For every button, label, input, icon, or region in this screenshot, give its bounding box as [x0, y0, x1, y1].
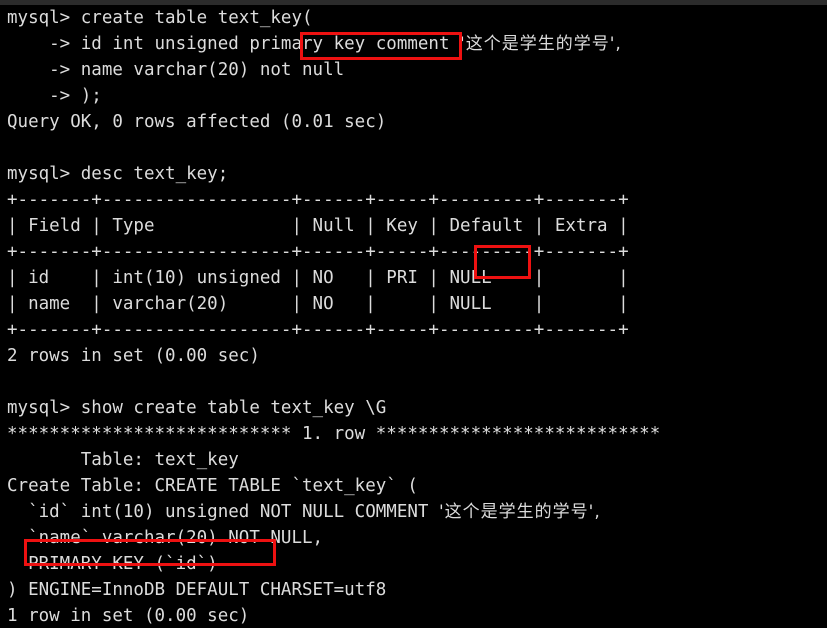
terminal-line: Create Table: CREATE TABLE `text_key` (	[7, 476, 418, 496]
terminal-screen[interactable]: mysql> create table text_key( -> id int …	[0, 5, 827, 628]
terminal-line: Table: text_key	[7, 450, 239, 470]
terminal-line: +-------+------------------+------+-----…	[7, 320, 629, 340]
terminal-line: mysql> create table text_key(	[7, 8, 313, 28]
terminal-line: mysql> show create table text_key \G	[7, 398, 387, 418]
terminal-line: 2 rows in set (0.00 sec)	[7, 346, 260, 366]
terminal-line: Query OK, 0 rows affected (0.01 sec)	[7, 112, 387, 132]
terminal-line: | Field | Type | Null | Key | Default | …	[7, 216, 629, 236]
comment-chinese-text: '这个是学生的学号',	[460, 34, 622, 54]
terminal-window[interactable]: mysql> create table text_key( -> id int …	[0, 0, 827, 628]
terminal-line: +-------+------------------+------+-----…	[7, 190, 629, 210]
terminal-line: `name` varchar(20) NOT NULL,	[7, 528, 324, 548]
terminal-line: PRIMARY KEY (`id`)	[7, 554, 218, 574]
terminal-line: | id | int(10) unsigned | NO | PRI | NUL…	[7, 268, 629, 288]
terminal-line: -> );	[7, 86, 102, 106]
terminal-line: ) ENGINE=InnoDB DEFAULT CHARSET=utf8	[7, 580, 387, 600]
terminal-line: +-------+------------------+------+-----…	[7, 242, 629, 262]
terminal-line: -> id int unsigned primary key comment '…	[7, 34, 622, 54]
terminal-line: *************************** 1. row *****…	[7, 424, 661, 444]
terminal-line: 1 row in set (0.00 sec)	[7, 606, 250, 626]
terminal-line: | name | varchar(20) | NO | | NULL | |	[7, 294, 629, 314]
terminal-line: mysql> desc text_key;	[7, 164, 229, 184]
comment-chinese-text: '这个是学生的学号',	[438, 502, 601, 522]
terminal-line: -> name varchar(20) not null	[7, 60, 345, 80]
terminal-line: `id` int(10) unsigned NOT NULL COMMENT '…	[7, 502, 601, 522]
